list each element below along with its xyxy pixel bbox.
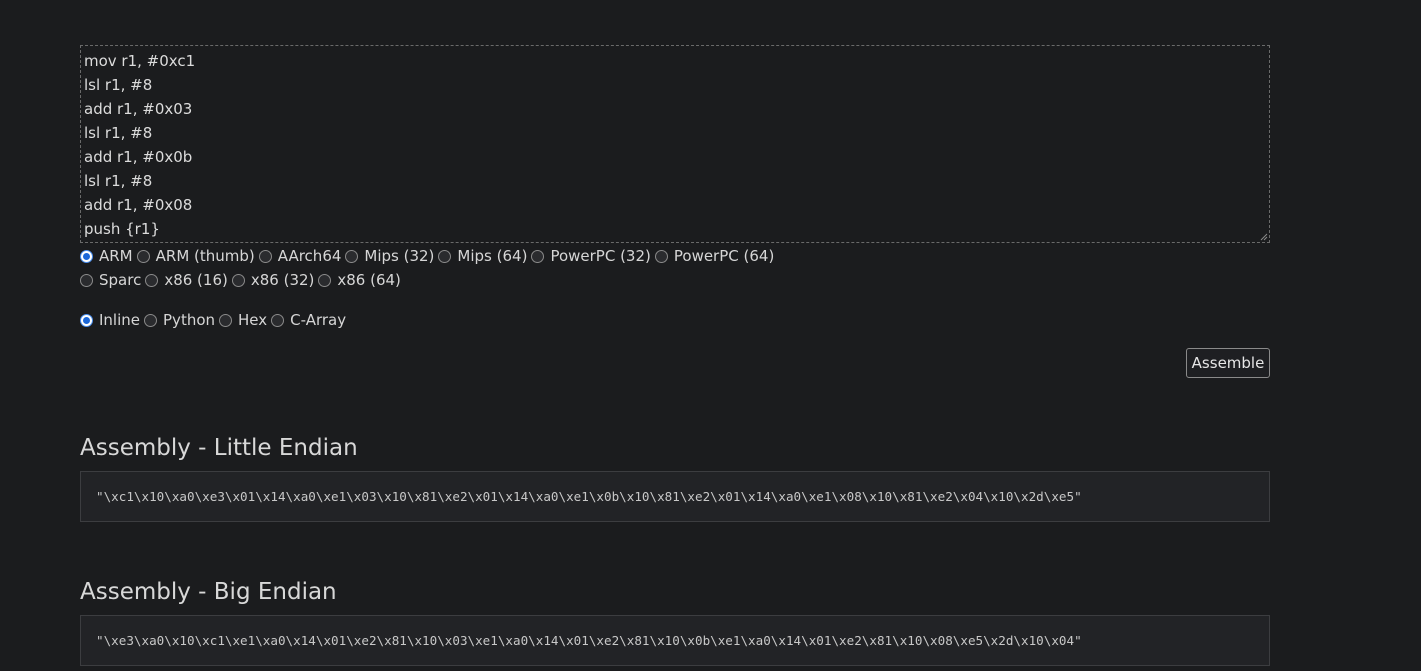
little-endian-output-text: "\xc1\x10\xa0\xe3\x01\x14\xa0\xe1\x03\x1… [96, 489, 1082, 504]
big-endian-output[interactable]: "\xe3\xa0\x10\xc1\xe1\xa0\x14\x01\xe2\x8… [80, 615, 1270, 666]
radio-label: AArch64 [277, 247, 342, 265]
radio-label: x86 (16) [164, 271, 228, 289]
radio-label: x86 (64) [337, 271, 401, 289]
radio-label: x86 (32) [250, 271, 315, 289]
arch-option-x86-64[interactable]: x86 (64) [318, 271, 401, 289]
format-option-inline[interactable]: Inline [80, 311, 140, 329]
format-option-python[interactable]: Python [144, 311, 215, 329]
radio-button[interactable] [271, 313, 285, 327]
little-endian-heading: Assembly - Little Endian [80, 435, 358, 461]
format-option-c-array[interactable]: C-Array [271, 311, 346, 329]
radio-button[interactable] [318, 273, 332, 287]
arch-option-x86-32[interactable]: x86 (32) [231, 271, 315, 289]
arch-option-powerpc64[interactable]: PowerPC (64) [654, 247, 775, 265]
code-line: lsl r1, #8 [84, 124, 153, 142]
arch-option-powerpc32[interactable]: PowerPC (32) [531, 247, 651, 265]
radio-button[interactable] [345, 249, 359, 263]
code-line: add r1, #0x0b [84, 148, 193, 166]
code-line: add r1, #0x08 [84, 196, 193, 214]
arch-option-x86-16[interactable]: x86 (16) [145, 271, 228, 289]
assembly-code-editor[interactable]: mov r1, #0xc1 lsl r1, #8 add r1, #0x03 l… [80, 45, 1270, 243]
radio-button[interactable] [136, 249, 150, 263]
radio-button[interactable] [80, 313, 93, 327]
radio-label: C-Array [290, 311, 347, 329]
output-format-options: Inline Python Hex C-Array [80, 308, 350, 332]
arch-option-arm[interactable]: ARM [80, 247, 133, 265]
resize-grip-icon[interactable] [1260, 233, 1268, 241]
radio-label: PowerPC (32) [550, 247, 651, 265]
code-line: add r1, #0x03 [84, 100, 193, 118]
assemble-button[interactable]: Assemble [1186, 348, 1270, 378]
radio-label: PowerPC (64) [673, 247, 775, 265]
code-line: mov r1, #0xc1 [84, 52, 196, 70]
radio-label: ARM [99, 247, 133, 265]
arch-option-sparc[interactable]: Sparc [80, 271, 141, 289]
radio-label: Sparc [99, 271, 142, 289]
radio-button[interactable] [531, 249, 545, 263]
code-line: lsl r1, #8 [84, 172, 153, 190]
radio-button[interactable] [145, 273, 159, 287]
architecture-options-row-1: ARM ARM (thumb) AArch64 Mips (32) Mips (… [80, 244, 778, 268]
architecture-options-row-2: Sparc x86 (16) x86 (32) x86 (64) [80, 268, 405, 292]
radio-button[interactable] [80, 249, 93, 263]
big-endian-output-text: "\xe3\xa0\x10\xc1\xe1\xa0\x14\x01\xe2\x8… [96, 633, 1082, 648]
radio-button[interactable] [144, 313, 158, 327]
arch-option-arm-thumb[interactable]: ARM (thumb) [136, 247, 255, 265]
arch-option-mips64[interactable]: Mips (64) [438, 247, 527, 265]
little-endian-output[interactable]: "\xc1\x10\xa0\xe3\x01\x14\xa0\xe1\x03\x1… [80, 471, 1270, 522]
radio-button[interactable] [231, 273, 245, 287]
radio-label: Python [163, 311, 216, 329]
radio-label: Hex [238, 311, 268, 329]
arch-option-aarch64[interactable]: AArch64 [258, 247, 342, 265]
radio-label: Inline [99, 311, 141, 329]
radio-label: Mips (64) [457, 247, 528, 265]
radio-button[interactable] [438, 249, 452, 263]
radio-label: Mips (32) [364, 247, 435, 265]
radio-button[interactable] [219, 313, 233, 327]
radio-button[interactable] [80, 273, 93, 287]
radio-button[interactable] [258, 249, 272, 263]
code-line: lsl r1, #8 [84, 76, 153, 94]
radio-button[interactable] [654, 249, 668, 263]
arch-option-mips32[interactable]: Mips (32) [345, 247, 434, 265]
format-option-hex[interactable]: Hex [219, 311, 267, 329]
code-line: push {r1} [84, 220, 160, 238]
big-endian-heading: Assembly - Big Endian [80, 579, 337, 605]
radio-label: ARM (thumb) [155, 247, 255, 265]
